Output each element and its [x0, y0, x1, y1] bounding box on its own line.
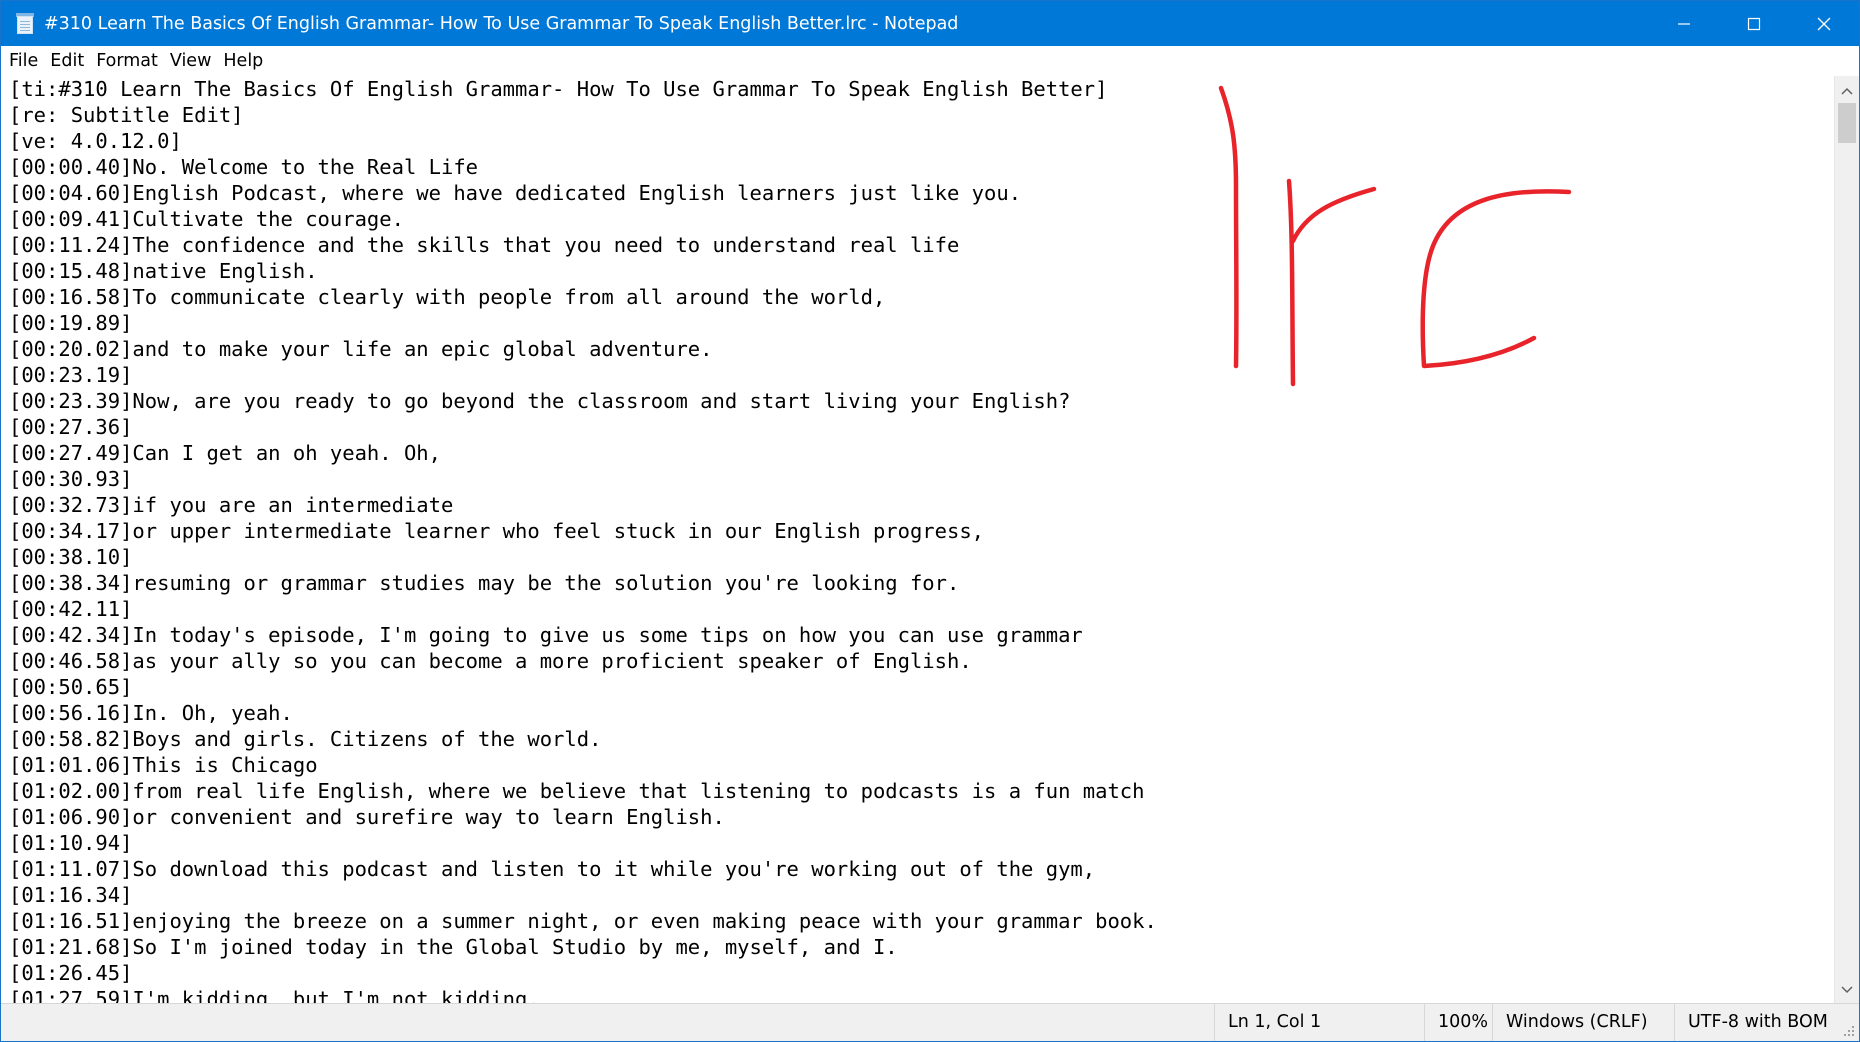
text-line[interactable]: [01:01.06]This is Chicago — [9, 752, 1157, 778]
text-line[interactable]: [00:32.73]if you are an intermediate — [9, 492, 1157, 518]
text-line[interactable]: [01:06.90]or convenient and surefire way… — [9, 804, 1157, 830]
text-line[interactable]: [01:11.07]So download this podcast and l… — [9, 856, 1157, 882]
text-line[interactable]: [00:00.40]No. Welcome to the Real Life — [9, 154, 1157, 180]
close-button[interactable] — [1789, 1, 1859, 46]
maximize-button[interactable] — [1719, 1, 1789, 46]
text-line[interactable]: [01:16.34] — [9, 882, 1157, 908]
scroll-up-button[interactable] — [1835, 81, 1859, 101]
text-line[interactable]: [00:58.82]Boys and girls. Citizens of th… — [9, 726, 1157, 752]
file-encoding: UTF-8 with BOM — [1674, 1004, 1834, 1041]
status-bar: Ln 1, Col 1 100% Windows (CRLF) UTF-8 wi… — [1, 1003, 1859, 1041]
handwritten-lrc-annotation — [1218, 85, 1572, 387]
menu-help[interactable]: Help — [217, 46, 269, 76]
text-line[interactable]: [01:02.00]from real life English, where … — [9, 778, 1157, 804]
menu-format[interactable]: Format — [90, 46, 164, 76]
text-line[interactable]: [00:42.34]In today's episode, I'm going … — [9, 622, 1157, 648]
scroll-thumb[interactable] — [1838, 103, 1856, 143]
text-line[interactable]: [ti:#310 Learn The Basics Of English Gra… — [9, 76, 1157, 102]
text-line[interactable]: [00:56.16]In. Oh, yeah. — [9, 700, 1157, 726]
cursor-position: Ln 1, Col 1 — [1214, 1004, 1424, 1041]
text-line[interactable]: [01:10.94] — [9, 830, 1157, 856]
text-line[interactable]: [01:16.51]enjoying the breeze on a summe… — [9, 908, 1157, 934]
text-line[interactable]: [00:09.41]Cultivate the courage. — [9, 206, 1157, 232]
text-line[interactable]: [00:27.49]Can I get an oh yeah. Oh, — [9, 440, 1157, 466]
text-line[interactable]: [00:15.48]native English. — [9, 258, 1157, 284]
scroll-down-button[interactable] — [1835, 980, 1859, 1000]
minimize-icon — [1678, 22, 1690, 25]
text-line[interactable]: [00:19.89] — [9, 310, 1157, 336]
maximize-icon — [1747, 17, 1761, 30]
menu-file[interactable]: File — [3, 46, 44, 76]
text-line[interactable]: [00:23.19] — [9, 362, 1157, 388]
vertical-scrollbar[interactable] — [1834, 76, 1859, 1005]
text-line[interactable]: [00:27.36] — [9, 414, 1157, 440]
close-icon — [1817, 17, 1831, 30]
text-line[interactable]: [00:30.93] — [9, 466, 1157, 492]
text-line[interactable]: [00:20.02]and to make your life an epic … — [9, 336, 1157, 362]
editor-text[interactable]: [ti:#310 Learn The Basics Of English Gra… — [9, 76, 1157, 1005]
text-line[interactable]: [00:11.24]The confidence and the skills … — [9, 232, 1157, 258]
text-line[interactable]: [01:21.68]So I'm joined today in the Glo… — [9, 934, 1157, 960]
text-line[interactable]: [00:50.65] — [9, 674, 1157, 700]
menu-edit[interactable]: Edit — [44, 46, 90, 76]
resize-grip-icon[interactable] — [1840, 1022, 1856, 1038]
text-line[interactable]: [ve: 4.0.12.0] — [9, 128, 1157, 154]
window-title: #310 Learn The Basics Of English Grammar… — [44, 13, 959, 34]
text-line[interactable]: [00:38.34]resuming or grammar studies ma… — [9, 570, 1157, 596]
text-line[interactable]: [01:26.45] — [9, 960, 1157, 986]
text-line[interactable]: [00:34.17]or upper intermediate learner … — [9, 518, 1157, 544]
text-line[interactable]: [00:04.60]English Podcast, where we have… — [9, 180, 1157, 206]
title-bar[interactable]: #310 Learn The Basics Of English Grammar… — [1, 1, 1859, 46]
notepad-window: #310 Learn The Basics Of English Grammar… — [0, 0, 1860, 1042]
text-line[interactable]: [00:42.11] — [9, 596, 1157, 622]
chevron-down-icon — [1841, 986, 1853, 994]
text-line[interactable]: [00:46.58]as your ally so you can become… — [9, 648, 1157, 674]
text-line[interactable]: [00:38.10] — [9, 544, 1157, 570]
menu-view[interactable]: View — [164, 46, 218, 76]
window-controls — [1649, 1, 1859, 46]
chevron-up-icon — [1841, 87, 1853, 95]
menu-bar: File Edit Format View Help — [1, 46, 1859, 76]
text-line[interactable]: [00:16.58]To communicate clearly with pe… — [9, 284, 1157, 310]
text-editor-area[interactable]: [ti:#310 Learn The Basics Of English Gra… — [1, 76, 1835, 1005]
text-line[interactable]: [re: Subtitle Edit] — [9, 102, 1157, 128]
text-line[interactable]: [00:23.39]Now, are you ready to go beyon… — [9, 388, 1157, 414]
line-ending: Windows (CRLF) — [1492, 1004, 1674, 1041]
minimize-button[interactable] — [1649, 1, 1719, 46]
notepad-app-icon[interactable] — [15, 12, 35, 35]
